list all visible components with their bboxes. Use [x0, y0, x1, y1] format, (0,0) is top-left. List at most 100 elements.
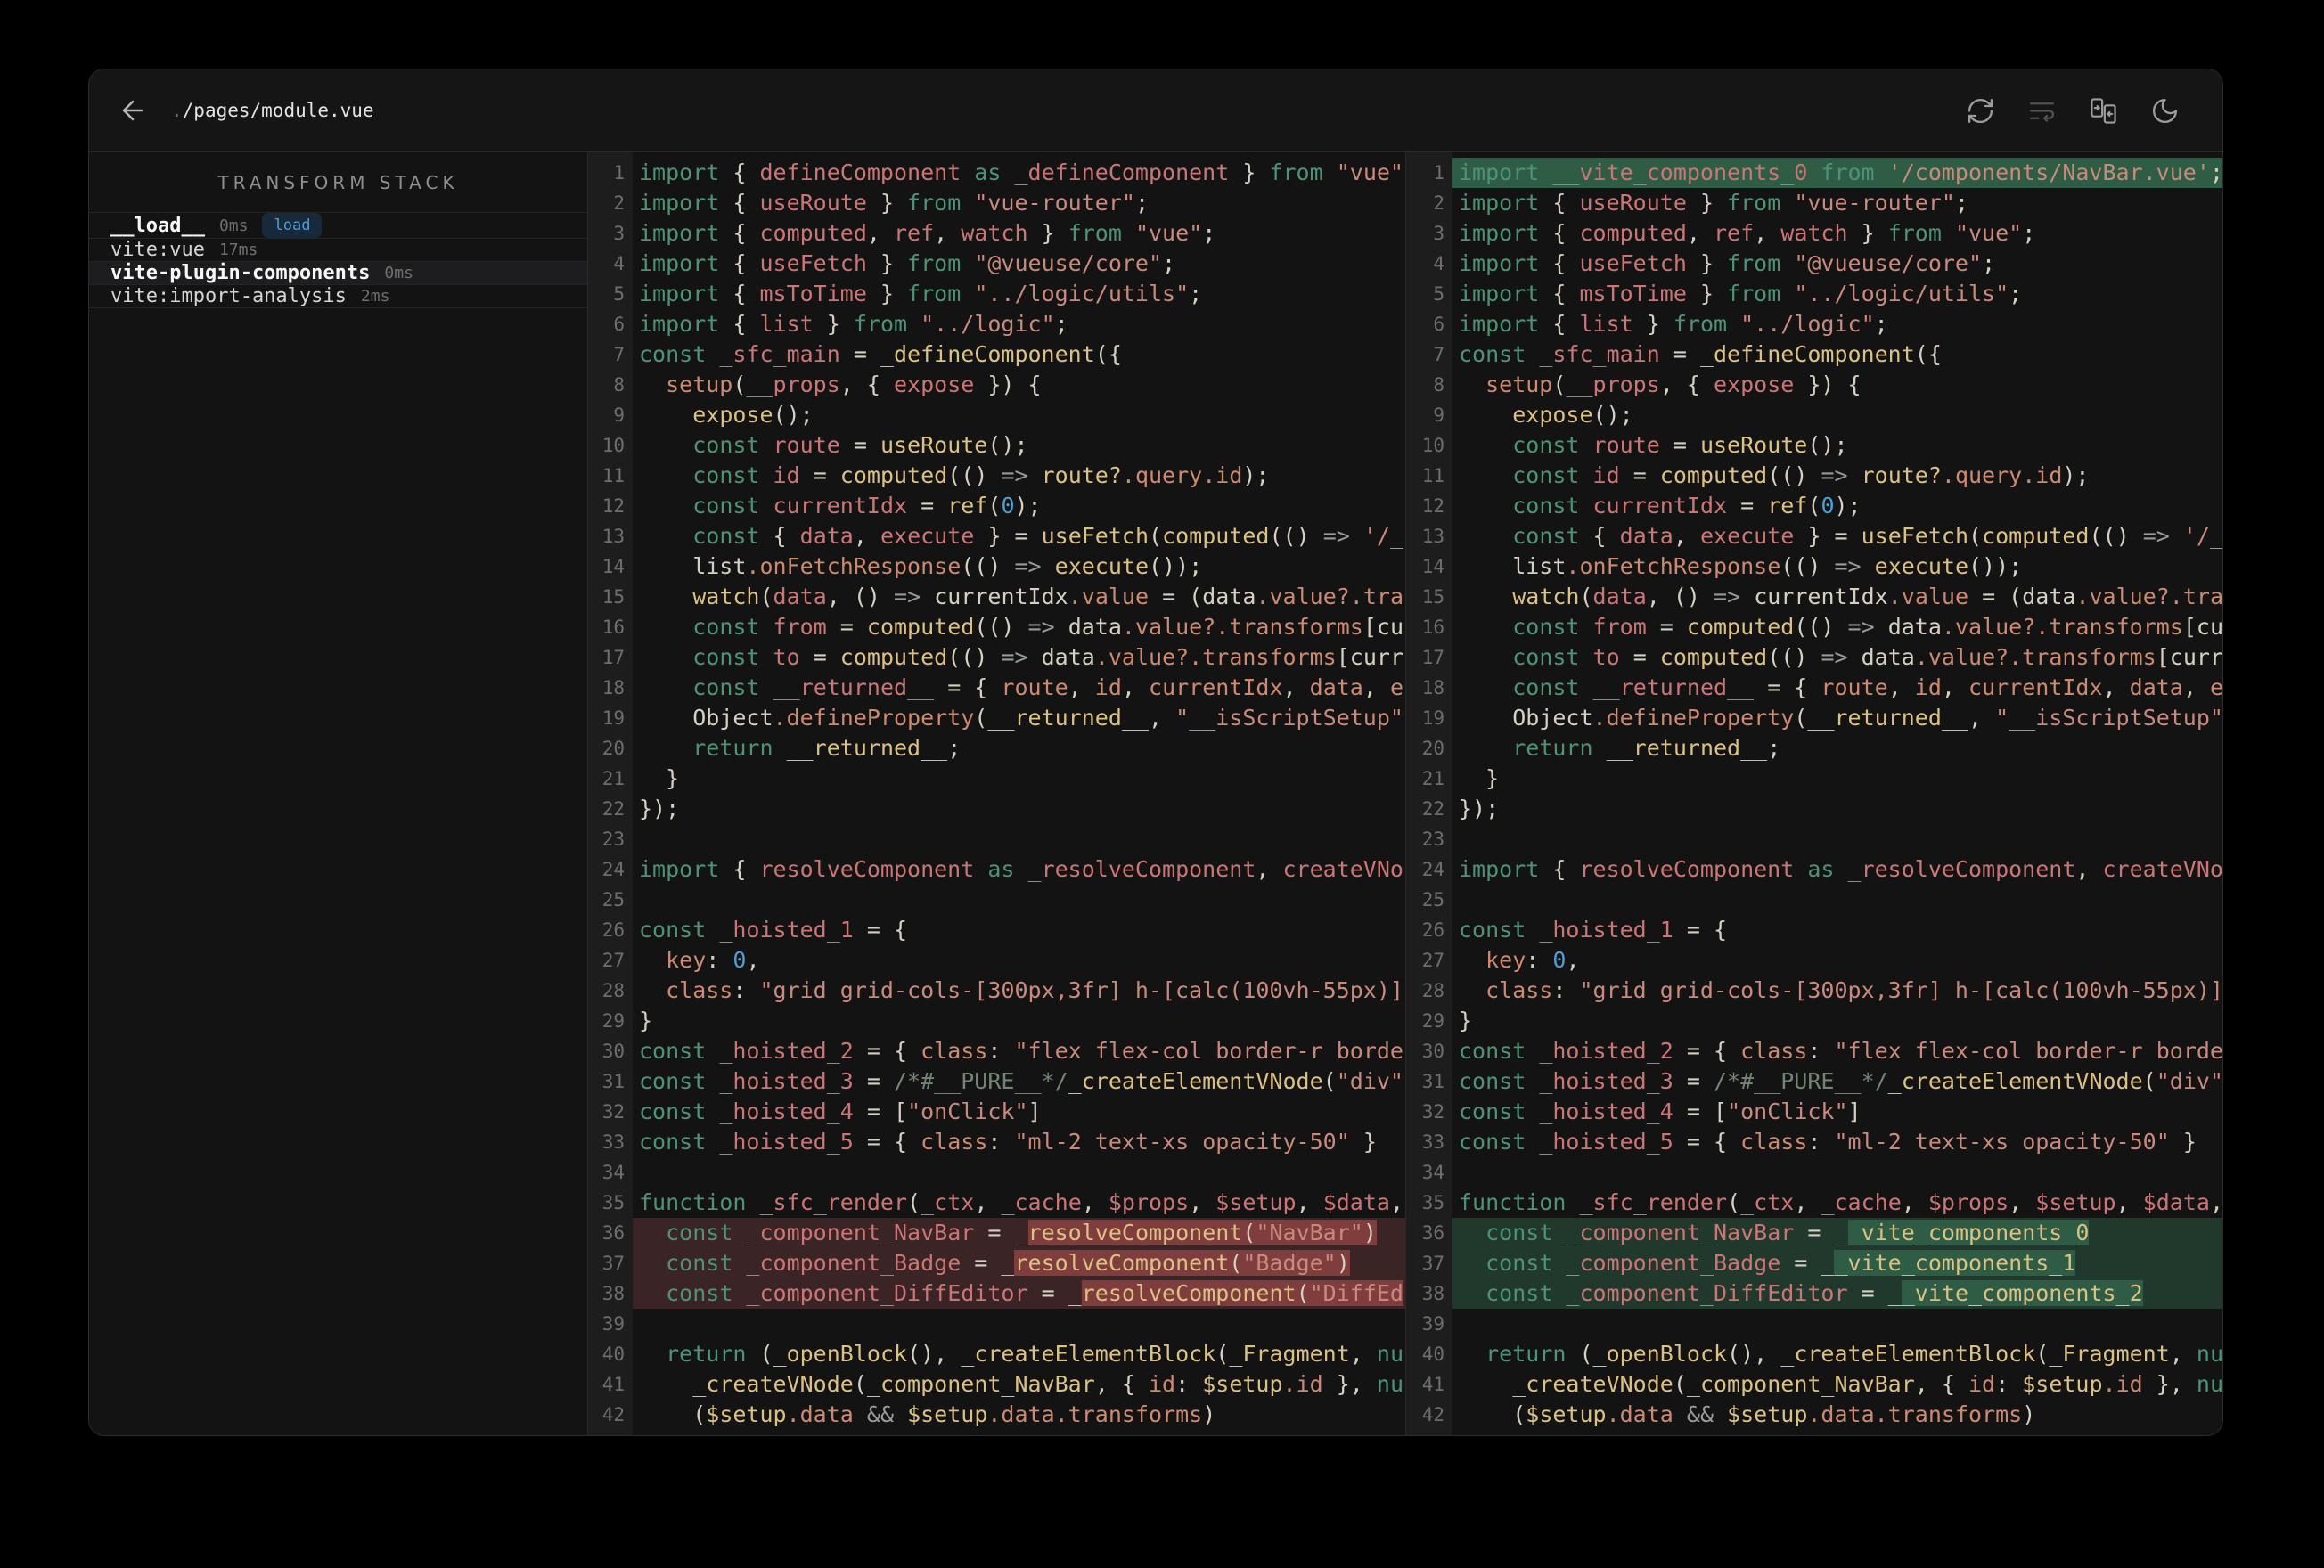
code-line: return __returned__; — [1512, 735, 1781, 761]
line-number: 25 — [601, 889, 625, 911]
code-line: const __returned__ = { route, id, curren… — [692, 674, 1404, 700]
code-line: const _component_Badge = _resolveCompone… — [633, 1248, 1405, 1278]
code-line: const from = computed(() => data.value?.… — [1512, 614, 2222, 640]
line-number: 37 — [1421, 1253, 1444, 1274]
toolbar — [1966, 96, 2180, 126]
line-number: 13 — [1421, 526, 1444, 547]
line-number: 21 — [1421, 768, 1444, 789]
sidebar-item-vite-import-analysis[interactable]: vite:import-analysis 2ms — [89, 285, 587, 308]
line-number: 9 — [613, 404, 625, 426]
code-line: }); — [639, 796, 680, 821]
diff-panel-before[interactable]: 1 2 3 4 5 6 7 8 9 10 11 12 13 14 15 16 17 18 19 20 21 22 23 24 2… — [588, 152, 1405, 1435]
line-number: 10 — [601, 435, 625, 456]
moon-icon — [2152, 98, 2178, 123]
code-line: const id = computed(() => route?.query.i… — [1512, 462, 2090, 488]
line-number: 33 — [601, 1131, 625, 1153]
plugin-time: 0ms — [384, 264, 413, 282]
code-line: const _hoisted_2 = { class: "flex flex-c… — [639, 1038, 1403, 1064]
code-line: const route = useRoute(); — [1512, 432, 1848, 458]
code-line: const _component_NavBar = __vite_compone… — [1452, 1218, 2222, 1248]
code-line: key: 0, — [639, 947, 760, 973]
sidebar-item-vite-plugin-components[interactable]: vite-plugin-components 0ms — [89, 262, 587, 285]
code-line: const { data, execute } = useFetch(compu… — [1512, 523, 2222, 549]
line-number: 4 — [613, 253, 625, 274]
code-line: function _sfc_render(_ctx, _cache, $prop… — [1459, 1189, 2222, 1215]
plugin-name: vite:vue — [110, 239, 205, 261]
code-line: const _hoisted_5 = { class: "ml-2 text-x… — [1459, 1129, 2197, 1155]
line-number: 27 — [1421, 950, 1444, 971]
line-number: 8 — [1433, 374, 1444, 396]
code-after[interactable]: import __vite_components_0 from '/compon… — [1452, 152, 2222, 1435]
line-number: 2 — [613, 192, 625, 214]
line-number: 34 — [1421, 1162, 1444, 1183]
code-before[interactable]: import { defineComponent as _defineCompo… — [633, 152, 1405, 1435]
code-line: _createVNode(_component_NavBar, { id: $s… — [1512, 1371, 2222, 1397]
inspect-window: ./pages/module.vue TRANSFORM STACK __loa… — [88, 69, 2223, 1436]
line-number: 31 — [601, 1071, 625, 1092]
line-number: 12 — [1421, 495, 1444, 517]
code-line: const _component_DiffEditor = _resolveCo… — [633, 1278, 1405, 1309]
load-badge: load — [262, 213, 323, 238]
diff-panel-after[interactable]: 1 2 3 4 5 6 7 8 9 10 11 12 13 14 15 16 17 18 19 20 21 22 23 24 2… — [1406, 152, 2222, 1435]
line-number: 42 — [1421, 1404, 1444, 1425]
code-line: import { msToTime } from "../logic/utils… — [1459, 281, 2023, 306]
line-number: 38 — [601, 1283, 625, 1304]
code-line: const _hoisted_3 = /*#__PURE__*/_createE… — [1459, 1068, 2222, 1094]
line-number: 30 — [1421, 1041, 1444, 1062]
code-line: const currentIdx = ref(0); — [1512, 493, 1862, 519]
line-number: 35 — [601, 1192, 625, 1213]
code-line: import { defineComponent as _defineCompo… — [639, 159, 1405, 185]
code-line: Object.defineProperty(__returned__, "__i… — [639, 705, 1403, 731]
line-number: 30 — [601, 1041, 625, 1062]
code-line: const _hoisted_5 = { class: "ml-2 text-x… — [639, 1129, 1377, 1155]
code-line: const _hoisted_1 = { — [1459, 917, 1728, 943]
code-line: _createVNode(_component_NavBar, { id: $s… — [692, 1371, 1404, 1397]
code-line: const to = computed(() => data.value?.tr… — [692, 644, 1404, 670]
code-line: setup(__props, { expose }) { — [639, 372, 1042, 397]
line-number: 38 — [1421, 1283, 1444, 1304]
line-number: 28 — [601, 980, 625, 1001]
line-number: 19 — [601, 707, 625, 729]
code-line: expose(); — [1512, 402, 1633, 428]
wrap-lines-button[interactable] — [2027, 96, 2057, 126]
line-number: 33 — [1421, 1131, 1444, 1153]
plugin-time: 0ms — [218, 216, 249, 235]
side-by-side-toggle-button[interactable] — [2089, 96, 2118, 126]
code-line: } — [639, 765, 680, 791]
plugin-name: vite-plugin-components — [110, 262, 371, 284]
line-number: 3 — [1433, 223, 1444, 244]
main-area: TRANSFORM STACK __load__ 0ms load vite:vue 1… — [89, 152, 2222, 1435]
line-number: 27 — [601, 950, 625, 971]
code-line: class: "grid grid-cols-[300px,3fr] h-[ca… — [639, 977, 1403, 1003]
code-line: const _sfc_main = _defineComponent({ — [1459, 341, 1942, 367]
line-number: 22 — [601, 798, 625, 820]
sidebar-item-vite-vue[interactable]: vite:vue 17ms — [89, 239, 587, 262]
line-number: 2 — [1433, 192, 1444, 214]
line-number: 28 — [1421, 980, 1444, 1001]
line-number: 40 — [601, 1343, 625, 1365]
side-by-side-icon — [2091, 97, 2116, 124]
line-number: 23 — [601, 829, 625, 850]
line-number: 36 — [1421, 1222, 1444, 1244]
sidebar-item-load[interactable]: __load__ 0ms load — [89, 213, 587, 239]
back-button[interactable] — [118, 95, 148, 126]
dark-mode-button[interactable] — [2150, 96, 2180, 126]
refresh-icon — [1968, 98, 1993, 123]
code-line: class: "grid grid-cols-[300px,3fr] h-[ca… — [1459, 977, 2222, 1003]
page-title-path: /pages/module.vue — [182, 100, 374, 121]
code-line: const __returned__ = { route, id, curren… — [1512, 674, 2222, 700]
line-number: 13 — [601, 526, 625, 547]
line-number: 14 — [601, 556, 625, 577]
line-number: 5 — [1433, 283, 1444, 305]
line-number: 4 — [1433, 253, 1444, 274]
plugin-time: 2ms — [360, 287, 390, 306]
code-line: return (_openBlock(), _createElementBloc… — [666, 1341, 1403, 1367]
line-number: 3 — [613, 223, 625, 244]
arrow-left-icon — [122, 100, 143, 121]
refresh-button[interactable] — [1966, 96, 1995, 126]
